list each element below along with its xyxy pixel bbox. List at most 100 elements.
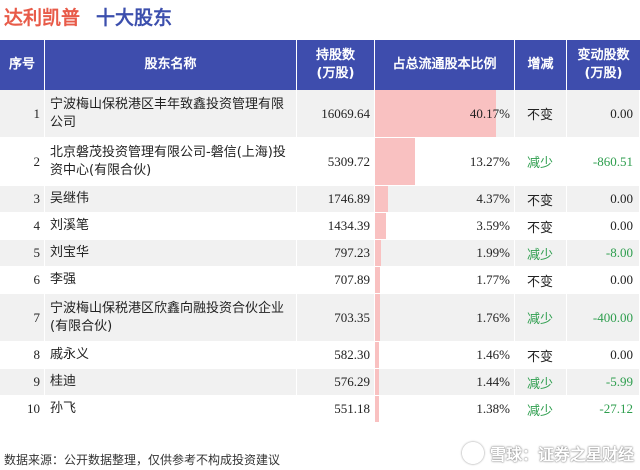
- ratio-bar: [375, 138, 415, 185]
- holding-value: 582.30: [297, 342, 375, 368]
- row-index: 3: [0, 186, 45, 212]
- change-status: 减少: [515, 369, 567, 395]
- ratio-bar: [375, 213, 386, 239]
- col-ratio-header: 占总流通股本比例: [375, 40, 515, 90]
- change-amount: 0.00: [567, 213, 640, 239]
- holding-value: 16069.64: [297, 90, 375, 137]
- ratio-bar: [375, 240, 381, 266]
- col-holding-header: 持股数 (万股): [297, 40, 375, 90]
- shareholder-name: 戚永义: [45, 342, 297, 368]
- change-amount: -5.99: [567, 369, 640, 395]
- holding-value: 551.18: [297, 396, 375, 422]
- ratio-bar: [375, 294, 381, 341]
- brand-logo: 雪球：证券之星财经: [461, 441, 634, 465]
- table-row: 10 孙飞 551.18 1.38% 减少 -27.12: [0, 396, 640, 423]
- ratio-value: 3.59%: [476, 218, 510, 233]
- ratio-value: 1.76%: [476, 309, 510, 325]
- holding-value: 797.23: [297, 240, 375, 266]
- shareholders-table: 序号 股东名称 持股数 (万股) 占总流通股本比例 增减 变动股数 (万股) 1…: [0, 40, 640, 440]
- ratio-cell: 1.38%: [375, 396, 515, 422]
- ratio-cell: 1.46%: [375, 342, 515, 368]
- col-change-amount-header: 变动股数 (万股): [577, 48, 630, 81]
- change-amount: 0.00: [567, 267, 640, 293]
- holding-value: 703.35: [297, 294, 375, 341]
- change-status: 不变: [515, 186, 567, 212]
- shareholder-name: 桂迪: [45, 369, 297, 395]
- ratio-cell: 1.44%: [375, 369, 515, 395]
- ratio-cell: 4.37%: [375, 186, 515, 212]
- ratio-bar: [375, 396, 380, 422]
- table-row: 7 宁波梅山保税港区欣鑫向融投资合伙企业(有限合伙) 703.35 1.76% 减少 -4…: [0, 294, 640, 342]
- col-change-header: 增减: [515, 40, 567, 90]
- table-row: 9 桂迪 576.29 1.44% 减少 -5.99: [0, 369, 640, 396]
- row-index: 6: [0, 267, 45, 293]
- ratio-bar: [375, 267, 381, 293]
- ratio-value: 40.17%: [469, 105, 510, 121]
- shareholder-name: 宁波梅山保税港区欣鑫向融投资合伙企业(有限合伙): [45, 294, 297, 341]
- holding-value: 5309.72: [297, 138, 375, 185]
- page-header: 达利凯普 十大股东: [0, 0, 640, 34]
- col-name-header: 股东名称: [45, 40, 297, 90]
- table-row: 1 宁波梅山保税港区丰年致鑫投资管理有限公司 16069.64 40.17% 不变 0.0…: [0, 90, 640, 138]
- table-row: 3 吴继伟 1746.89 4.37% 不变 0.00: [0, 186, 640, 213]
- shareholder-name: 孙飞: [45, 396, 297, 422]
- ratio-cell: 1.76%: [375, 294, 515, 341]
- table-row: 4 刘溪笔 1434.39 3.59% 不变 0.00: [0, 213, 640, 240]
- change-status: 减少: [515, 294, 567, 341]
- row-index: 4: [0, 213, 45, 239]
- shareholder-name: 刘宝华: [45, 240, 297, 266]
- shareholder-name: 北京磐茂投资管理有限公司-磐信(上海)投资中心(有限合伙): [45, 138, 297, 185]
- table-row: 6 李强 707.89 1.77% 不变 0.00: [0, 267, 640, 294]
- holding-value: 1746.89: [297, 186, 375, 212]
- shareholder-name: 吴继伟: [45, 186, 297, 212]
- change-amount: -27.12: [567, 396, 640, 422]
- table-header: 序号 股东名称 持股数 (万股) 占总流通股本比例 增减 变动股数 (万股): [0, 40, 640, 90]
- table-row: 2 北京磐茂投资管理有限公司-磐信(上海)投资中心(有限合伙) 5309.72 13.…: [0, 138, 640, 186]
- ratio-cell: 1.77%: [375, 267, 515, 293]
- holding-value: 576.29: [297, 369, 375, 395]
- row-index: 9: [0, 369, 45, 395]
- company-title: 达利凯普: [4, 7, 81, 29]
- ratio-bar: [375, 369, 380, 395]
- holding-value: 707.89: [297, 267, 375, 293]
- ratio-value: 4.37%: [476, 191, 510, 206]
- shareholder-name: 宁波梅山保税港区丰年致鑫投资管理有限公司: [45, 90, 297, 137]
- row-index: 10: [0, 396, 45, 422]
- change-amount: -400.00: [567, 294, 640, 341]
- table-row: 8 戚永义 582.30 1.46% 不变 0.00: [0, 342, 640, 369]
- change-amount: 0.00: [567, 186, 640, 212]
- ratio-bar: [375, 342, 380, 368]
- ratio-cell: 13.27%: [375, 138, 515, 185]
- change-status: 不变: [515, 90, 567, 137]
- snowball-icon: [461, 442, 484, 464]
- row-index: 2: [0, 138, 45, 185]
- ratio-value: 1.46%: [476, 347, 510, 362]
- ratio-value: 1.99%: [476, 245, 510, 260]
- ratio-cell: 3.59%: [375, 213, 515, 239]
- change-amount: -860.51: [567, 138, 640, 185]
- change-amount: 0.00: [567, 90, 640, 137]
- change-status: 不变: [515, 267, 567, 293]
- ratio-cell: 40.17%: [375, 90, 515, 137]
- holding-value: 1434.39: [297, 213, 375, 239]
- table-row: 5 刘宝华 797.23 1.99% 减少 -8.00: [0, 240, 640, 267]
- change-amount: -8.00: [567, 240, 640, 266]
- shareholder-name: 李强: [45, 267, 297, 293]
- ratio-value: 1.44%: [476, 374, 510, 389]
- source-note: 数据来源：公开数据整理，仅供参考不构成投资建议: [4, 453, 281, 467]
- ratio-value: 1.38%: [476, 401, 510, 416]
- ratio-cell: 1.99%: [375, 240, 515, 266]
- row-index: 1: [0, 90, 45, 137]
- ratio-value: 1.77%: [476, 272, 510, 287]
- ratio-value: 13.27%: [469, 153, 510, 169]
- ratio-bar: [375, 186, 389, 212]
- change-status: 减少: [515, 138, 567, 185]
- shareholder-name: 刘溪笔: [45, 213, 297, 239]
- row-index: 5: [0, 240, 45, 266]
- change-status: 减少: [515, 396, 567, 422]
- brand-label: 雪球：证券之星财经: [489, 445, 634, 464]
- row-index: 7: [0, 294, 45, 341]
- change-status: 不变: [515, 342, 567, 368]
- page-subtitle: 十大股东: [96, 7, 173, 29]
- col-index-header: 序号: [0, 40, 45, 90]
